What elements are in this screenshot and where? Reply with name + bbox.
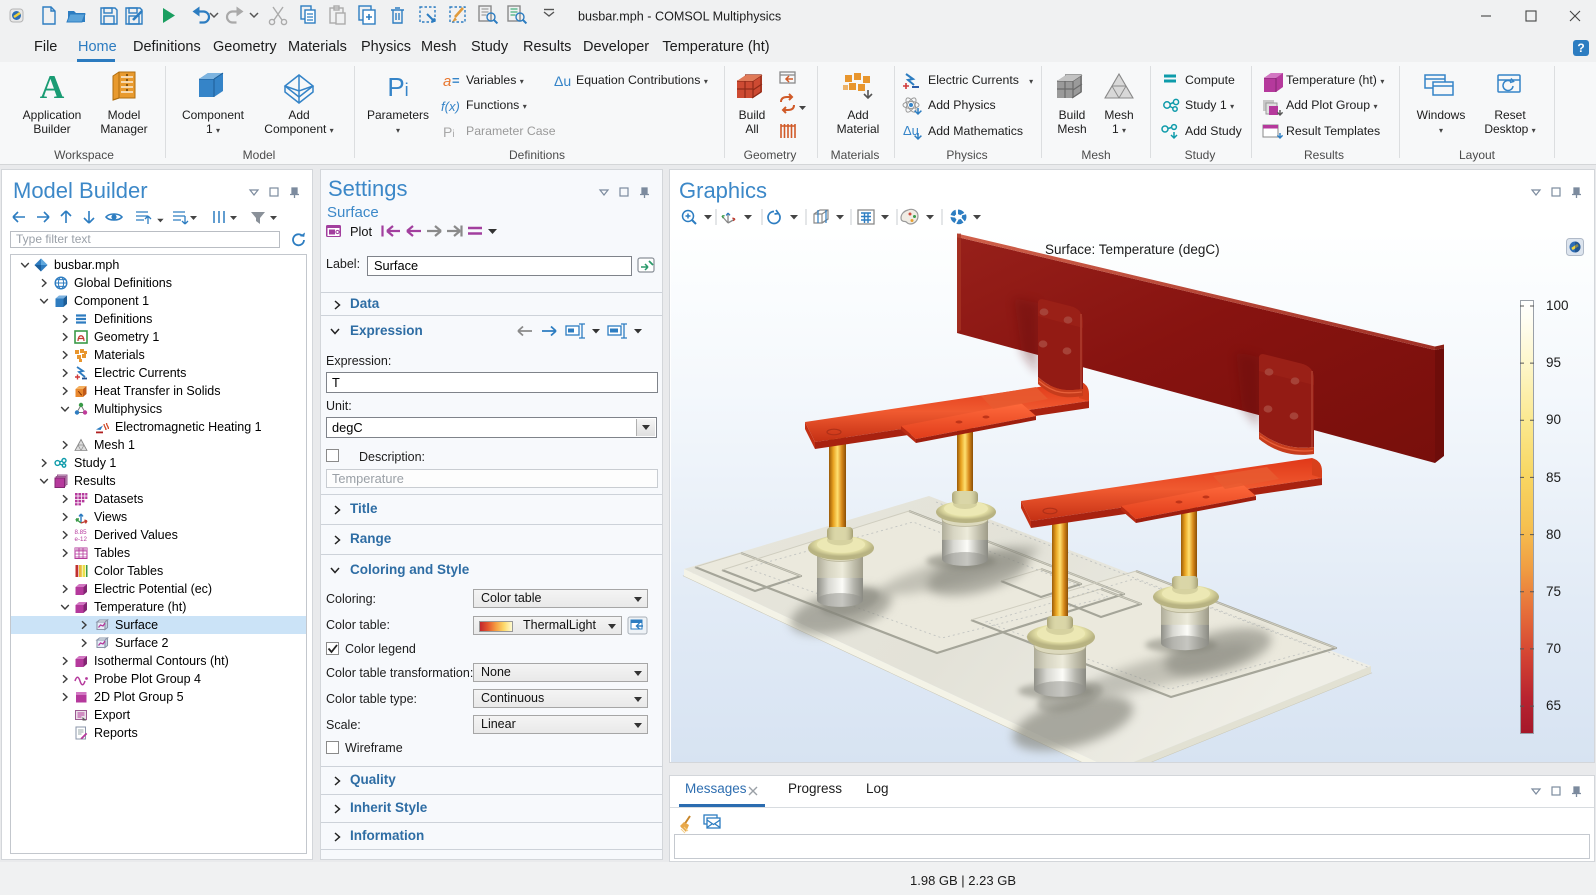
svg-text:e-12: e-12 [75,536,88,542]
svg-text:=: = [452,73,460,88]
svg-text:Pi: Pi [387,72,408,102]
svg-text:Plot: Plot [350,224,372,239]
svg-text:A: A [40,69,65,106]
svg-text:Δu: Δu [554,73,571,89]
svg-text:busbar.mph - COMSOL Multiphysi: busbar.mph - COMSOL Multiphysics [578,10,781,24]
svg-text:a: a [443,73,451,90]
svg-text:Pi: Pi [443,124,455,140]
svg-text:Δu: Δu [903,123,919,138]
svg-text:8.85: 8.85 [75,529,88,536]
svg-text:f(x): f(x) [441,99,460,114]
